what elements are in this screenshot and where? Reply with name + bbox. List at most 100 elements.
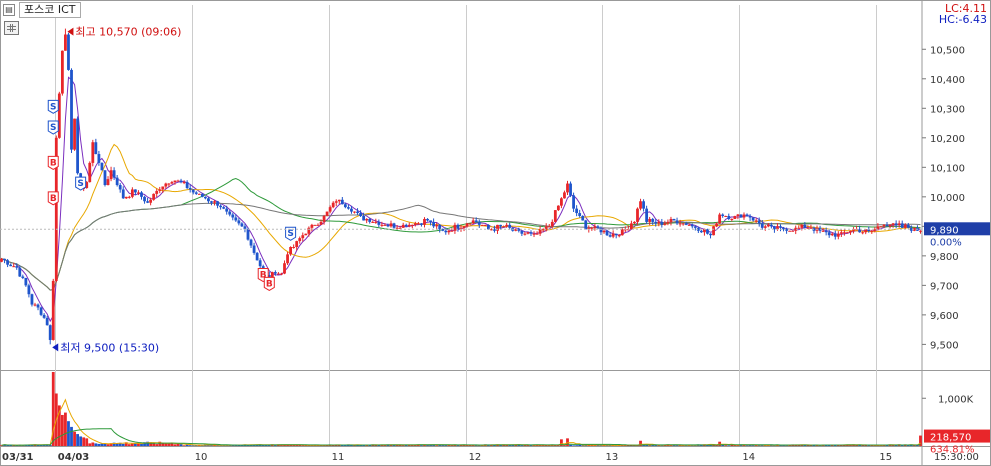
- candle-body: [322, 216, 326, 222]
- candle-body: [124, 196, 128, 199]
- candle-body: [207, 198, 210, 202]
- volume-bar: [88, 443, 92, 446]
- volume-bar: [301, 445, 305, 446]
- menu-icon[interactable]: ▤: [3, 4, 15, 16]
- candle-body: [477, 221, 481, 225]
- candle-body: [450, 230, 454, 232]
- volume-bar: [420, 445, 423, 446]
- candle-body: [532, 233, 536, 235]
- volume-bar: [182, 445, 186, 446]
- candle-body: [706, 229, 709, 234]
- candle-body: [672, 218, 676, 221]
- candle-body: [413, 223, 417, 225]
- candle-body: [121, 189, 125, 199]
- candle-body: [471, 220, 475, 224]
- candle-body: [51, 280, 55, 340]
- candle-body: [712, 226, 715, 236]
- candle-body: [502, 226, 506, 228]
- price-tick-label: 9,500: [930, 340, 959, 351]
- last-change-value: 0.00%: [930, 237, 962, 248]
- candle-body: [681, 223, 685, 225]
- candle-body: [216, 201, 219, 206]
- candle-body: [496, 224, 499, 231]
- signal-label: S: [287, 229, 293, 239]
- candle-body: [633, 221, 636, 224]
- candle-body: [392, 223, 396, 228]
- volume-bar: [82, 437, 86, 446]
- candle-body: [483, 224, 487, 226]
- candle-body: [675, 220, 679, 224]
- candle-body: [602, 230, 606, 233]
- candle-body: [432, 221, 436, 227]
- candle-body: [398, 227, 402, 229]
- candle-body: [292, 247, 296, 248]
- volume-bar: [648, 445, 652, 446]
- candle-body: [161, 186, 165, 190]
- candle-body: [27, 285, 31, 295]
- candle-body: [6, 260, 10, 265]
- volume-ma-line-20: [1, 428, 921, 446]
- candle-body: [447, 230, 451, 233]
- x-tick-label: 10: [195, 452, 208, 463]
- candle-body: [572, 195, 575, 209]
- candle-body: [733, 216, 737, 219]
- volume-bar: [578, 444, 582, 446]
- candle-body: [748, 216, 752, 218]
- candle-body: [371, 221, 375, 223]
- candle-body: [103, 170, 107, 186]
- candle-body: [444, 230, 448, 233]
- candle-body: [608, 235, 612, 237]
- candle-body: [395, 227, 399, 229]
- volume-bar: [97, 443, 101, 446]
- candle-body: [769, 224, 773, 227]
- stock-title[interactable]: 포스코 ICT: [19, 2, 81, 18]
- price-tick-label: 10,200: [930, 134, 965, 145]
- candle-body: [839, 232, 843, 234]
- candle-body: [690, 224, 694, 227]
- candle-body: [283, 263, 286, 274]
- price-tick-label: 10,500: [930, 45, 965, 56]
- candle-body: [894, 223, 898, 225]
- candle-body: [30, 294, 34, 305]
- price-tick-label: 10,100: [930, 163, 965, 174]
- volume-bar: [130, 443, 134, 446]
- candle-body: [763, 226, 767, 228]
- candle-body: [882, 224, 886, 227]
- candle-body: [663, 223, 667, 225]
- candle-body: [88, 162, 92, 183]
- candle-body: [499, 224, 502, 227]
- candle-body: [420, 223, 423, 225]
- candle-body: [654, 221, 658, 224]
- candle-body: [410, 224, 414, 226]
- candle-body: [645, 208, 649, 222]
- candle-body: [885, 224, 889, 227]
- candle-body: [127, 196, 131, 198]
- candle-body: [295, 241, 299, 247]
- candle-body: [636, 208, 639, 222]
- candle-body: [0, 258, 3, 262]
- volume-bar: [106, 444, 110, 446]
- candle-body: [833, 233, 837, 237]
- candle-body: [566, 183, 569, 193]
- candle-body: [356, 211, 359, 214]
- volume-bar: [79, 436, 83, 446]
- volume-bar: [179, 444, 183, 446]
- candle-body: [766, 224, 770, 227]
- candle-body: [70, 69, 73, 150]
- candle-body: [197, 193, 201, 195]
- volume-bar: [103, 444, 107, 446]
- candle-body: [222, 207, 226, 209]
- candle-body: [599, 227, 603, 233]
- moving-averages: [1, 76, 921, 323]
- candle-body: [468, 223, 472, 225]
- candle-body: [821, 230, 825, 232]
- candle-body: [386, 224, 390, 227]
- grid-icon[interactable]: [4, 21, 19, 35]
- candle-body: [486, 224, 490, 230]
- candle-body: [651, 218, 655, 222]
- candle-body: [9, 264, 13, 267]
- candle-body: [246, 229, 250, 240]
- candle-body: [593, 226, 597, 228]
- volume-bar: [727, 445, 731, 446]
- candle-body: [520, 230, 524, 234]
